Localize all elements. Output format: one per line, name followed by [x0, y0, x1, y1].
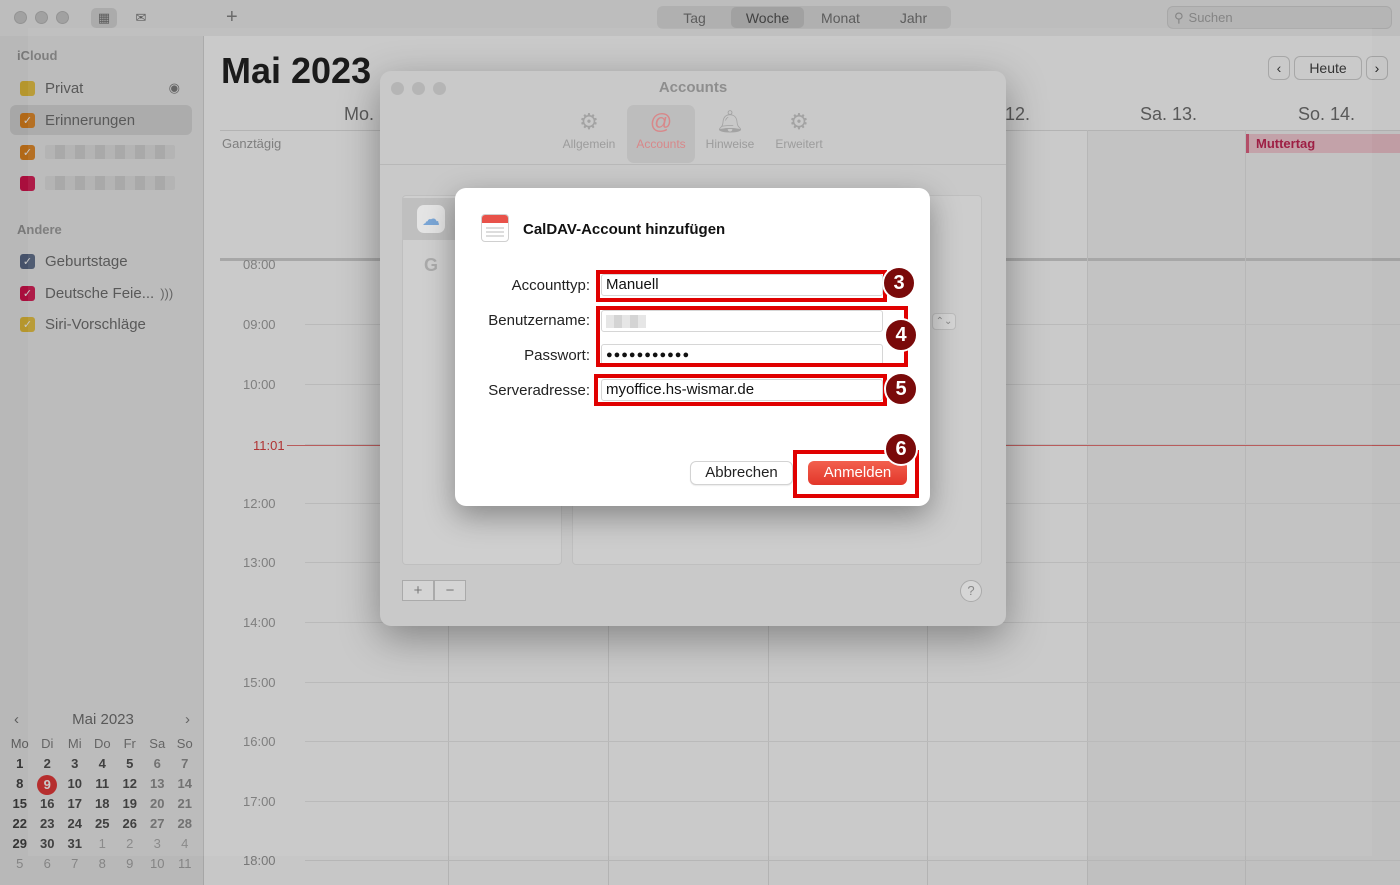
server-address-label: Serveradresse: [488, 382, 590, 399]
annotation-marker-6: 6 [884, 432, 918, 466]
bell-icon: 🔔︎ [716, 109, 744, 134]
tab-label: Erweitert [775, 137, 823, 151]
annotation-marker-3: 3 [882, 266, 916, 300]
gear-icon: ⚙ [579, 109, 599, 134]
remove-account-button[interactable]: − [434, 580, 466, 601]
gears-icon: ⚙ [789, 109, 809, 134]
annotation-box-account-type [596, 270, 887, 302]
tab-label: Accounts [636, 137, 686, 151]
tab-erweitert[interactable]: ⚙ Erweitert [765, 105, 833, 163]
at-sign-icon: @ [649, 109, 673, 134]
tab-label: Allgemein [562, 137, 616, 151]
tab-hinweise[interactable]: 🔔︎ Hinweise [696, 105, 764, 163]
popup-stepper-icon[interactable]: ⌃⌄ [932, 313, 956, 330]
add-account-button[interactable]: + [402, 580, 434, 601]
annotation-box-credentials [596, 306, 908, 367]
add-remove-buttons: + − [402, 580, 466, 601]
username-label: Benutzername: [488, 312, 590, 329]
tab-accounts[interactable]: @ Accounts [627, 105, 695, 163]
google-icon: G [423, 254, 438, 275]
annotation-box-server [594, 374, 887, 406]
help-button[interactable]: ? [960, 580, 982, 602]
sheet-title: CalDAV-Account hinzufügen [523, 221, 726, 238]
toolbar-divider [380, 164, 1006, 165]
password-label: Passwort: [524, 347, 590, 364]
window-title: Accounts [658, 79, 728, 96]
tab-label: Hinweise [705, 137, 755, 151]
cancel-button[interactable]: Abbrechen [690, 461, 793, 485]
cloud-icon: ☁ [417, 205, 445, 233]
annotation-marker-4: 4 [884, 318, 918, 352]
tab-allgemein[interactable]: ⚙ Allgemein [555, 105, 623, 163]
calendar-app-icon [481, 214, 509, 242]
account-type-label: Accounttyp: [511, 277, 590, 294]
annotation-marker-5: 5 [884, 372, 918, 406]
